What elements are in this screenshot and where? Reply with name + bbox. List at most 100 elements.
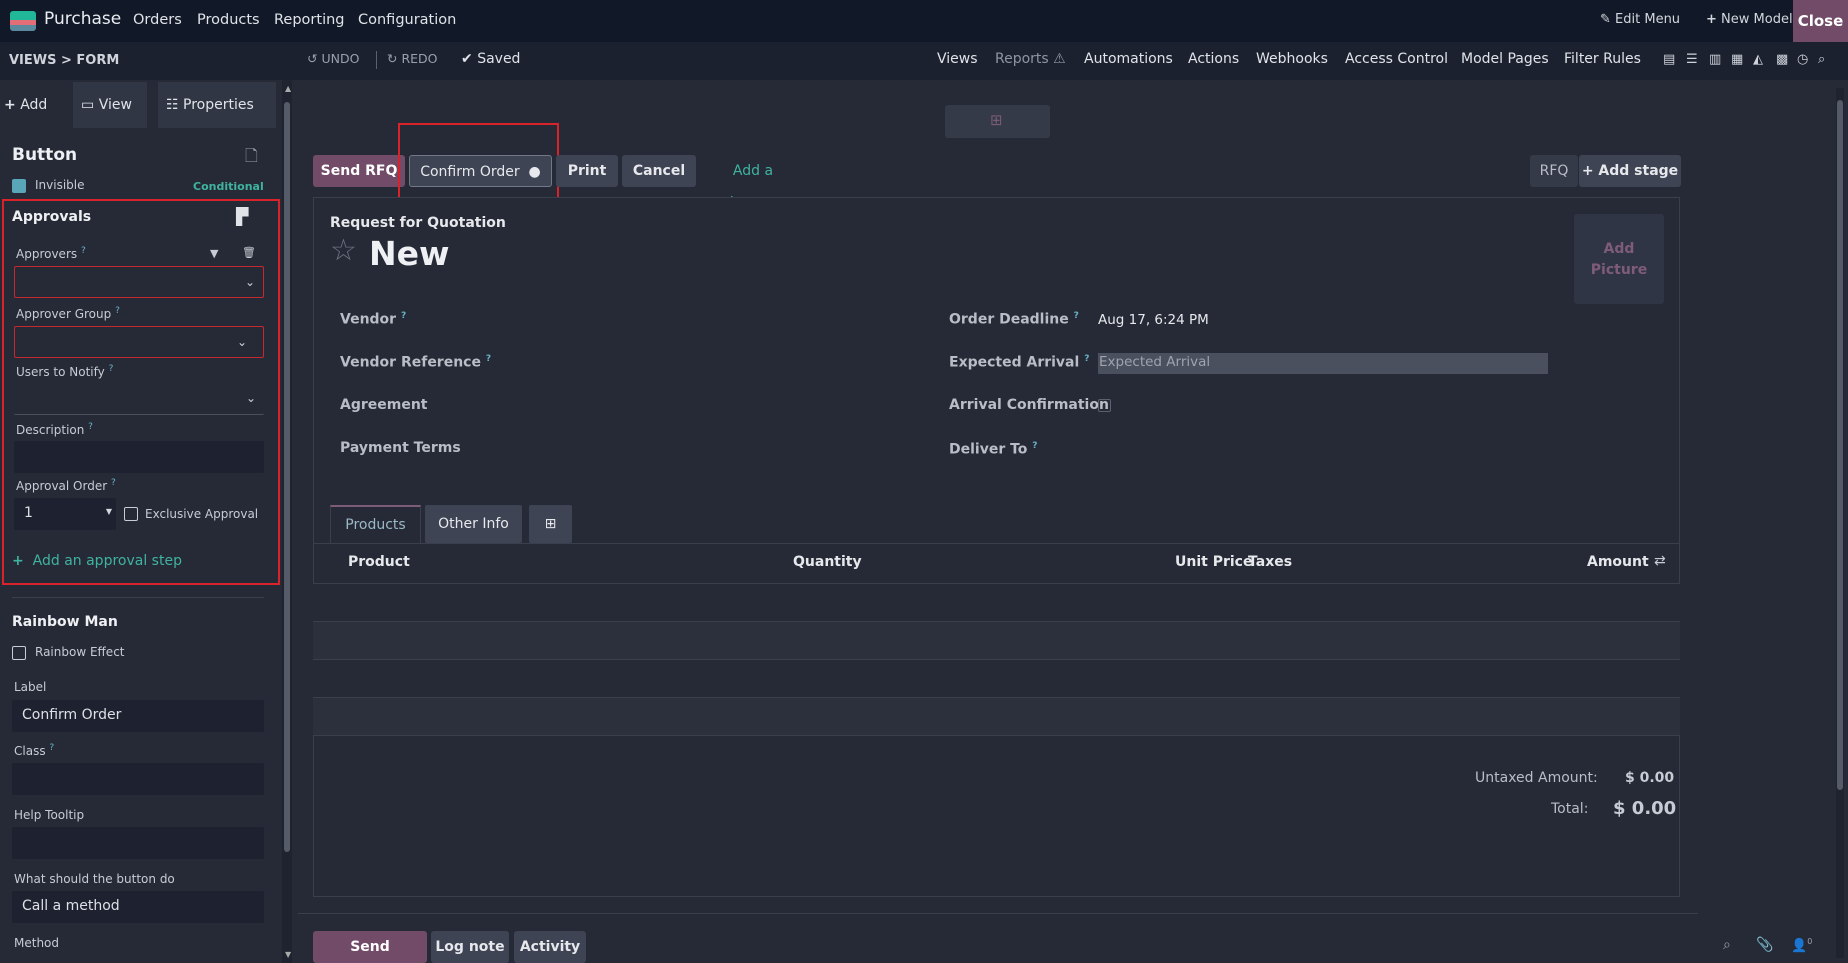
redo-icon: ↻ bbox=[387, 51, 398, 66]
expected-arrival-input[interactable]: Expected Arrival bbox=[1098, 353, 1548, 374]
redo-button[interactable]: ↻ REDO bbox=[387, 51, 438, 66]
approvers-select[interactable]: ⌄ bbox=[14, 266, 264, 298]
approval-order-select[interactable]: 1 ▼ bbox=[14, 498, 116, 530]
add-header-button[interactable]: ⊞ bbox=[945, 105, 1050, 138]
menu-products[interactable]: Products bbox=[197, 12, 260, 28]
send-message-button[interactable]: Send message bbox=[313, 931, 427, 963]
help-icon[interactable]: ? bbox=[81, 246, 86, 256]
add-tab-button[interactable]: ⊞ bbox=[529, 505, 572, 543]
nav-reports[interactable]: Reports ⚠ bbox=[995, 51, 1066, 67]
class-input[interactable] bbox=[12, 763, 264, 795]
add-approval-step-link[interactable]: + Add an approval step bbox=[12, 553, 182, 569]
stage-rfq[interactable]: RFQ bbox=[1530, 155, 1578, 187]
document-icon[interactable]: 🗋 bbox=[245, 145, 258, 172]
nav-views[interactable]: Views bbox=[937, 51, 978, 67]
print-button[interactable]: Print bbox=[556, 155, 618, 187]
search-icon[interactable]: ⌕ bbox=[1723, 937, 1731, 953]
breadcrumb[interactable]: VIEWS > FORM bbox=[9, 53, 119, 68]
cancel-button[interactable]: Cancel bbox=[622, 155, 696, 187]
table-row[interactable] bbox=[313, 584, 1680, 621]
help-icon[interactable]: ? bbox=[115, 306, 120, 316]
scrollbar-thumb[interactable] bbox=[1837, 100, 1843, 790]
edit-menu-button[interactable]: ✎ Edit Menu bbox=[1600, 12, 1680, 27]
log-note-button[interactable]: Log note bbox=[431, 931, 509, 963]
help-icon[interactable]: ? bbox=[109, 364, 114, 374]
tab-properties[interactable]: ☷ Properties bbox=[158, 82, 276, 128]
tab-add[interactable]: + Add bbox=[4, 82, 56, 128]
scroll-down-icon[interactable]: ▼ bbox=[285, 950, 291, 959]
graph-view-icon[interactable]: ◭ bbox=[1753, 52, 1763, 67]
nav-filter-rules[interactable]: Filter Rules bbox=[1564, 51, 1641, 67]
tab-products[interactable]: Products bbox=[330, 505, 421, 543]
record-name[interactable]: New bbox=[369, 234, 450, 273]
pivot-view-icon[interactable]: ▩ bbox=[1776, 52, 1788, 67]
nav-model-pages[interactable]: Model Pages bbox=[1461, 51, 1549, 67]
activity-button[interactable]: Activity bbox=[514, 931, 586, 963]
scrollbar-thumb[interactable] bbox=[284, 102, 290, 852]
close-studio-button[interactable]: Close bbox=[1793, 0, 1848, 42]
column-unit-price[interactable]: Unit Price bbox=[1175, 554, 1252, 570]
rainbow-effect-checkbox[interactable] bbox=[12, 646, 26, 660]
add-picture-button[interactable]: Add Picture bbox=[1574, 214, 1664, 304]
exclusive-approval-checkbox[interactable] bbox=[124, 507, 138, 521]
order-deadline-value[interactable]: Aug 17, 6:24 PM bbox=[1098, 312, 1209, 328]
invisible-checkbox[interactable] bbox=[12, 179, 26, 193]
activity-view-icon[interactable]: ◷ bbox=[1797, 52, 1808, 67]
search-view-icon[interactable]: ⌕ bbox=[1818, 52, 1825, 67]
sidebar-scrollbar[interactable] bbox=[282, 80, 292, 963]
add-a-button-link[interactable]: Add a button bbox=[708, 155, 798, 211]
scroll-up-icon[interactable]: ▲ bbox=[285, 84, 291, 93]
table-row[interactable] bbox=[313, 660, 1680, 697]
nav-access-control[interactable]: Access Control bbox=[1345, 51, 1448, 67]
undo-button[interactable]: ↺ UNDO bbox=[307, 51, 359, 66]
add-stage-button[interactable]: + Add stage bbox=[1579, 155, 1681, 187]
approver-group-select[interactable]: ⌄ bbox=[14, 326, 264, 358]
nav-webhooks[interactable]: Webhooks bbox=[1256, 51, 1328, 67]
table-row[interactable] bbox=[313, 698, 1680, 735]
help-icon[interactable]: ? bbox=[88, 422, 93, 432]
trash-icon[interactable]: 🗑 bbox=[242, 246, 256, 259]
help-icon[interactable]: ? bbox=[1032, 441, 1037, 451]
new-model-button[interactable]: + New Model bbox=[1706, 12, 1793, 27]
app-title[interactable]: Purchase bbox=[44, 9, 121, 29]
tab-other-info[interactable]: Other Info bbox=[425, 505, 522, 543]
help-icon[interactable]: ? bbox=[111, 478, 116, 488]
menu-configuration[interactable]: Configuration bbox=[358, 12, 456, 28]
list-view-icon[interactable]: ☰ bbox=[1686, 52, 1698, 67]
help-icon[interactable]: ? bbox=[49, 743, 54, 753]
users-notify-select[interactable]: ⌄ bbox=[14, 383, 264, 415]
approvals-panel-icon[interactable]: ▛ bbox=[236, 207, 248, 226]
calendar-view-icon[interactable]: ▦ bbox=[1731, 52, 1743, 67]
help-tooltip-input[interactable] bbox=[12, 827, 264, 859]
send-rfq-button[interactable]: Send RFQ bbox=[313, 155, 405, 187]
paperclip-icon[interactable]: 📎 bbox=[1756, 937, 1773, 953]
label-input[interactable]: Confirm Order bbox=[12, 700, 264, 732]
app-logo-icon[interactable] bbox=[10, 11, 36, 31]
arrival-confirmation-checkbox[interactable] bbox=[1098, 399, 1111, 412]
description-input[interactable] bbox=[14, 441, 264, 473]
tab-view[interactable]: ▭ View bbox=[73, 82, 147, 128]
column-quantity[interactable]: Quantity bbox=[793, 554, 862, 570]
form-view-icon[interactable]: ▤ bbox=[1663, 52, 1675, 67]
nav-actions[interactable]: Actions bbox=[1188, 51, 1239, 67]
help-icon[interactable]: ? bbox=[1074, 311, 1079, 321]
menu-reporting[interactable]: Reporting bbox=[274, 12, 345, 28]
help-icon[interactable]: ? bbox=[1084, 354, 1089, 364]
column-product[interactable]: Product bbox=[348, 554, 410, 570]
help-icon[interactable]: ? bbox=[486, 354, 491, 364]
table-row[interactable] bbox=[313, 622, 1680, 659]
conditional-link[interactable]: Conditional bbox=[193, 180, 264, 193]
column-taxes[interactable]: Taxes bbox=[1248, 554, 1292, 570]
followers-icon[interactable]: 👤0 bbox=[1791, 937, 1812, 953]
help-icon[interactable]: ? bbox=[401, 311, 406, 321]
star-icon[interactable]: ☆ bbox=[330, 233, 357, 268]
button-action-select[interactable]: Call a method bbox=[12, 891, 264, 923]
optional-columns-icon[interactable]: ⇄ bbox=[1654, 553, 1666, 569]
nav-automations[interactable]: Automations bbox=[1084, 51, 1173, 67]
filter-icon[interactable]: ▼ bbox=[210, 247, 218, 260]
kanban-view-icon[interactable]: ▥ bbox=[1709, 52, 1721, 67]
column-amount[interactable]: Amount bbox=[1587, 554, 1649, 570]
total-label: Total: bbox=[1551, 801, 1589, 817]
menu-orders[interactable]: Orders bbox=[133, 12, 182, 28]
main-scrollbar[interactable] bbox=[1836, 88, 1844, 958]
